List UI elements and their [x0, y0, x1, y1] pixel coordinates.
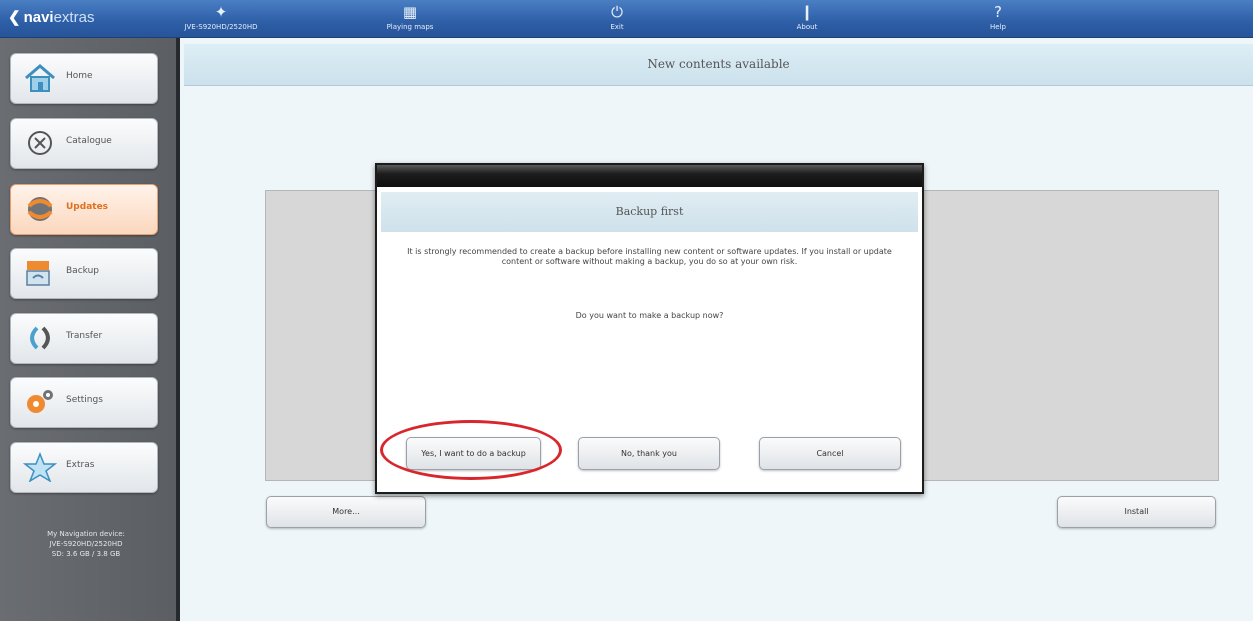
topbar-maps-label: Playing maps — [386, 23, 434, 31]
sidebar-item-label: Backup — [66, 266, 99, 276]
topbar-help-label: Help — [990, 23, 1006, 31]
backup-icon — [23, 258, 57, 288]
logo-prefix: navi — [23, 9, 54, 26]
install-button[interactable]: Install — [1057, 496, 1216, 528]
sidebar-item-extras[interactable]: Extras — [10, 442, 158, 493]
updates-icon — [23, 194, 57, 224]
sidebar-item-home[interactable]: Home — [10, 53, 158, 104]
topbar-about-button[interactable]: ❙ About — [752, 2, 862, 33]
device-info: My Navigation device: JVE-S920HD/2520HD … — [0, 529, 172, 559]
sidebar-item-label: Settings — [66, 395, 103, 405]
settings-icon — [23, 387, 57, 417]
catalogue-icon — [23, 128, 57, 158]
help-icon: ? — [994, 3, 1002, 21]
sidebar: Home Catalogue Updates Backup Transfer S… — [0, 38, 180, 621]
sidebar-item-settings[interactable]: Settings — [10, 377, 158, 428]
sidebar-item-label: Catalogue — [66, 136, 112, 146]
sidebar-item-label: Extras — [66, 460, 95, 470]
device-info-line: JVE-S920HD/2520HD — [49, 540, 123, 548]
app-logo: ❮ naviextras — [8, 8, 94, 26]
dialog-titlebar — [377, 165, 922, 187]
exit-icon: ⏻ — [611, 3, 623, 21]
topbar-exit-label: Exit — [610, 23, 624, 31]
sidebar-item-catalogue[interactable]: Catalogue — [10, 118, 158, 169]
home-icon — [23, 63, 57, 93]
dialog-question: Do you want to make a backup now? — [575, 311, 724, 320]
sidebar-item-updates[interactable]: Updates — [10, 184, 158, 235]
topbar-about-label: About — [796, 23, 818, 31]
dialog-title: Backup first — [381, 192, 918, 232]
top-bar: ❮ naviextras ✦ JVE-S920HD/2520HD ▦ Playin… — [0, 0, 1253, 38]
more-button[interactable]: More... — [266, 496, 426, 528]
device-info-line: SD: 3.6 GB / 3.8 GB — [51, 550, 121, 558]
cancel-button[interactable]: Cancel — [759, 437, 901, 470]
device-info-line: My Navigation device: — [47, 530, 125, 538]
topbar-maps-button[interactable]: ▦ Playing maps — [355, 2, 465, 33]
topbar-exit-button[interactable]: ⏻ Exit — [562, 2, 672, 33]
page-title: New contents available — [184, 44, 1253, 86]
sidebar-item-label: Transfer — [66, 331, 103, 341]
topbar-device-label: JVE-S920HD/2520HD — [184, 23, 258, 31]
sidebar-item-transfer[interactable]: Transfer — [10, 313, 158, 364]
highlight-annotation — [380, 420, 562, 480]
sidebar-item-label: Home — [66, 71, 93, 81]
back-chevron-icon[interactable]: ❮ — [8, 9, 21, 26]
sidebar-item-backup[interactable]: Backup — [10, 248, 158, 299]
star-icon — [22, 451, 58, 483]
info-icon: ❙ — [800, 3, 814, 21]
map-icon: ▦ — [402, 3, 418, 21]
dialog-message: It is strongly recommended to create a b… — [407, 247, 892, 266]
topbar-device-button[interactable]: ✦ JVE-S920HD/2520HD — [166, 2, 276, 33]
topbar-help-button[interactable]: ? Help — [943, 2, 1053, 33]
transfer-icon — [23, 323, 57, 353]
logo-suffix: extras — [53, 9, 95, 26]
sidebar-item-label: Updates — [66, 202, 109, 212]
no-thanks-button[interactable]: No, thank you — [578, 437, 720, 470]
device-icon: ✦ — [214, 3, 228, 21]
